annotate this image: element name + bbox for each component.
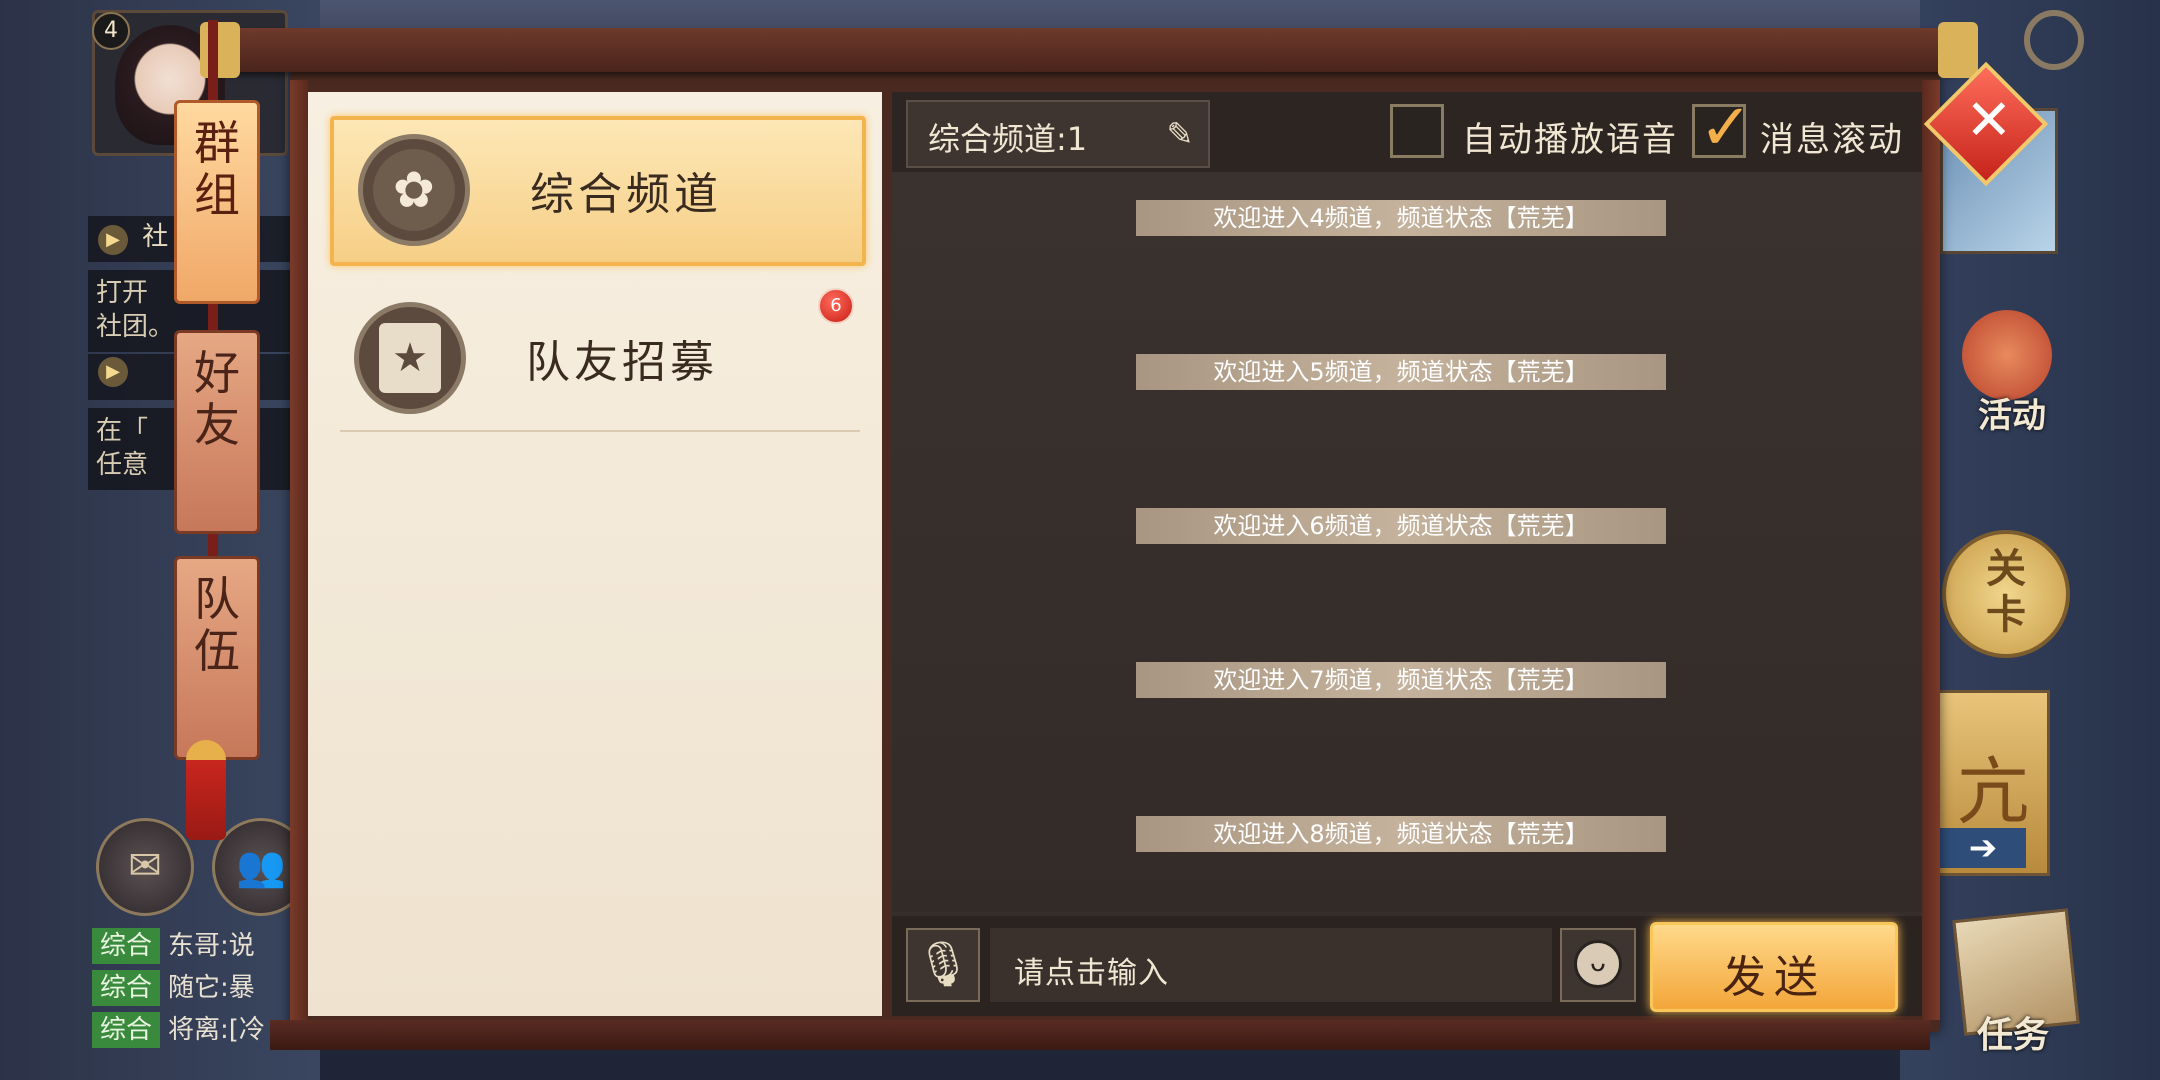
activity-label: 活动: [1978, 396, 2046, 436]
stage-label-2: 卡: [1986, 592, 2026, 638]
channel-icon-frame: ✿: [358, 134, 470, 246]
player-level-badge: 4: [92, 12, 130, 50]
chat-channel-tag: 综合: [92, 928, 161, 964]
mail-icon: ✉: [128, 843, 162, 889]
scroll-top-rod: [218, 28, 1958, 72]
scroll-rod-cap-right: [1938, 22, 1978, 78]
channel-name-field[interactable]: 综合频道:1 ✎: [906, 100, 1210, 168]
emoji-button[interactable]: ᴗ: [1560, 928, 1636, 1002]
expand-arrow-icon: ▶: [98, 357, 128, 387]
scroll-messages-label: 消息滚动: [1760, 120, 1904, 160]
tab-team[interactable]: 队伍: [174, 556, 260, 760]
unread-badge: 6: [818, 288, 854, 324]
send-button-label: 发送: [1722, 952, 1826, 1003]
list-divider: [340, 430, 860, 432]
voice-input-button[interactable]: 🎙: [906, 928, 980, 1002]
tab-group-label: 群组: [194, 116, 240, 222]
stage-button[interactable]: 关 卡: [1942, 530, 2070, 658]
sakura-icon: ✿: [373, 149, 455, 231]
channel-name-text: 综合频道:1: [928, 120, 1088, 158]
tassel-ornament: [186, 740, 226, 840]
channel-item-recruit[interactable]: ★ 队友招募: [330, 288, 858, 430]
pvp-enter-arrow-icon[interactable]: ➔: [1940, 828, 2026, 868]
tab-friends[interactable]: 好友: [174, 330, 260, 534]
scroll-rod-cap-left: [200, 22, 240, 78]
chat-preview-line[interactable]: 综合 东哥:说: [92, 928, 322, 964]
edit-pencil-icon[interactable]: ✎: [1162, 116, 1198, 152]
activity-icon[interactable]: [1962, 310, 2052, 400]
chat-preview-text: 随它:暴: [168, 973, 255, 1003]
chat-channel-tag: 综合: [92, 970, 161, 1006]
mail-button[interactable]: ✉: [96, 818, 194, 916]
pvp-card-char: 亢: [1956, 750, 2029, 834]
task-label: 任务: [1976, 1015, 2049, 1056]
banner-star-icon: ★: [379, 323, 441, 393]
chat-preview-text: 将离:[冷: [168, 1015, 265, 1045]
channel-label: 队友招募: [526, 337, 718, 388]
close-icon: ✕: [1965, 88, 2013, 154]
system-message: 欢迎进入4频道，频道状态【荒芜】: [1136, 200, 1666, 236]
system-message: 欢迎进入8频道，频道状态【荒芜】: [1136, 816, 1666, 852]
chat-input-placeholder: 请点击输入: [1014, 956, 1169, 991]
channel-label: 综合频道: [530, 169, 722, 220]
background-left-wall: [0, 0, 320, 1080]
system-message: 欢迎进入6频道，频道状态【荒芜】: [1136, 508, 1666, 544]
system-message: 欢迎进入5频道，频道状态【荒芜】: [1136, 354, 1666, 390]
microphone-icon: 🎙: [915, 939, 971, 990]
chat-preview-text: 东哥:说: [168, 931, 255, 961]
settings-gear-icon[interactable]: [2024, 10, 2084, 70]
chat-input-field[interactable]: 请点击输入: [990, 928, 1552, 1002]
send-button[interactable]: 发送: [1650, 922, 1898, 1012]
frame-rail-left: [290, 80, 308, 1020]
system-message: 欢迎进入7频道，频道状态【荒芜】: [1136, 662, 1666, 698]
scroll-bottom-rod: [270, 1020, 1930, 1050]
chat-channel-tag: 综合: [92, 1012, 161, 1048]
channel-item-general[interactable]: ✿ 综合频道: [330, 116, 866, 266]
tab-friends-label: 好友: [194, 346, 240, 452]
stage-label-1: 关: [1986, 546, 2026, 592]
expand-arrow-icon: ▶: [98, 225, 128, 255]
tab-team-label: 队伍: [194, 572, 240, 678]
frame-rail-right: [1922, 80, 1940, 1020]
emoji-face-icon: ᴗ: [1574, 940, 1622, 988]
auto-voice-label: 自动播放语音: [1462, 120, 1678, 160]
scroll-messages-checkbox[interactable]: ✓: [1692, 93, 1753, 163]
tab-group[interactable]: 群组: [174, 100, 260, 304]
notice-1-title: 社: [142, 222, 169, 252]
chat-preview-line[interactable]: 综合 随它:暴: [92, 970, 322, 1006]
check-icon: ✓: [1699, 91, 1753, 165]
channel-icon-frame: ★: [354, 302, 466, 414]
auto-voice-checkbox[interactable]: [1390, 104, 1444, 158]
